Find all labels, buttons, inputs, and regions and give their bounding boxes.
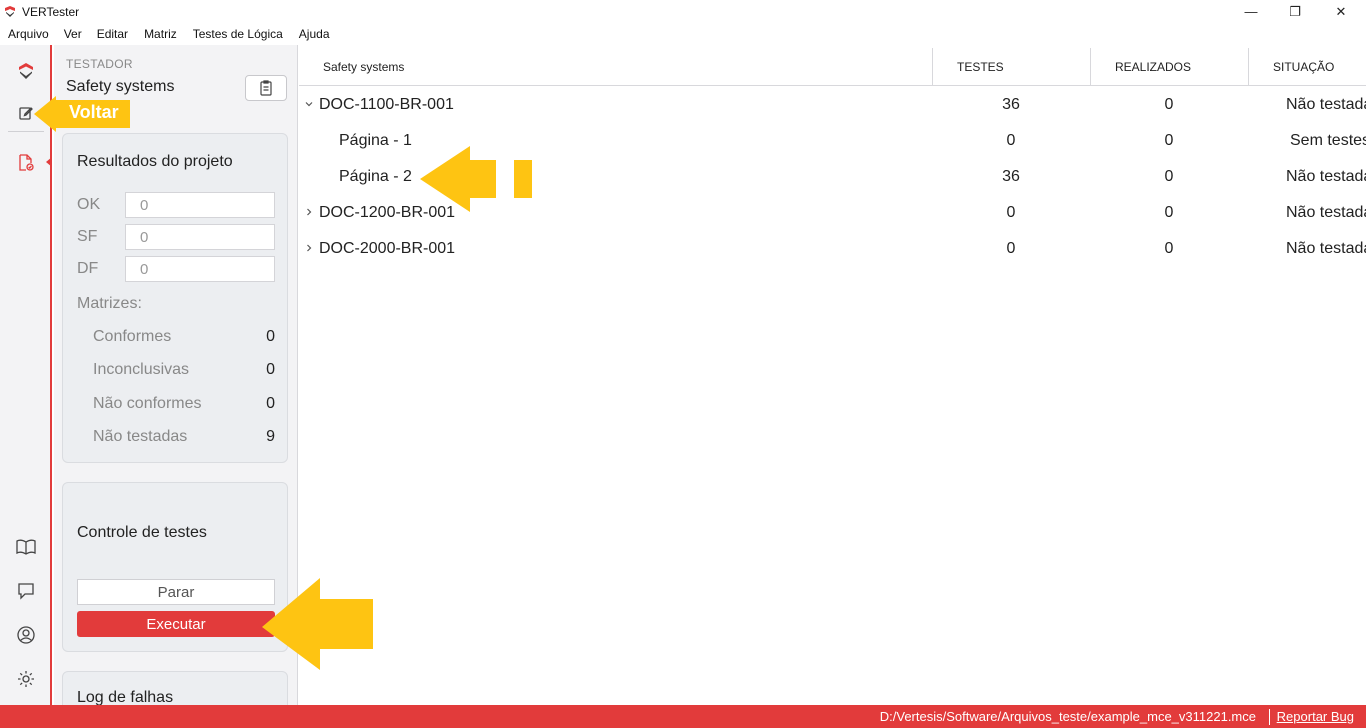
chat-icon[interactable]: [14, 579, 38, 603]
menu-editar[interactable]: Editar: [97, 27, 128, 41]
row-status: Não testada: [1286, 240, 1366, 257]
row-status: Não testada: [1286, 168, 1366, 185]
project-results-card: Resultados do projeto OK 0 SF 0 DF 0 Mat…: [62, 133, 288, 463]
row-tests: 0: [1006, 240, 1016, 257]
menu-ver[interactable]: Ver: [64, 27, 82, 41]
test-control-title: Controle de testes: [77, 524, 207, 541]
row-name: DOC-2000-BR-001: [319, 240, 456, 257]
row-tests: 0: [1006, 204, 1016, 221]
settings-icon[interactable]: [14, 667, 38, 691]
matrices-value: 0: [266, 395, 275, 412]
column-header-status[interactable]: SITUAÇÃO: [1273, 48, 1334, 86]
column-separator[interactable]: [932, 48, 933, 86]
row-done: 0: [1164, 96, 1174, 113]
result-field-sf[interactable]: 0: [125, 224, 275, 250]
chevron-down-icon[interactable]: [303, 96, 315, 112]
result-field-ok[interactable]: 0: [125, 192, 275, 218]
row-status: Não testada: [1286, 96, 1366, 113]
restore-button[interactable]: ❐: [1272, 0, 1318, 23]
file-path: D:/Vertesis/Software/Arquivos_teste/exam…: [879, 709, 1256, 724]
menu-arquivo[interactable]: Arquivo: [8, 27, 49, 41]
result-label-sf: SF: [77, 228, 98, 245]
chevron-right-icon[interactable]: [303, 204, 315, 220]
result-label-ok: OK: [77, 196, 101, 213]
row-done: 0: [1164, 204, 1174, 221]
matrices-title: Matrizes:: [77, 295, 142, 312]
matrices-value: 0: [266, 328, 275, 345]
run-button[interactable]: Executar: [77, 611, 275, 637]
test-tree-table: Safety systems TESTES REALIZADOS SITUAÇÃ…: [299, 45, 1366, 705]
results-title: Resultados do projeto: [77, 153, 233, 170]
executar-arrow-annotation: [262, 578, 373, 670]
result-row-sf: SF 0: [77, 224, 275, 250]
column-header-tests[interactable]: TESTES: [957, 48, 1004, 86]
row-tests: 0: [1006, 132, 1016, 149]
row-status: Sem testes: [1290, 132, 1366, 149]
menu-bar: Arquivo Ver Editar Matriz Testes de Lógi…: [0, 23, 330, 45]
voltar-annotation-label: Voltar: [69, 102, 119, 122]
tester-label: TESTADOR: [66, 57, 133, 71]
status-bar: D:/Vertesis/Software/Arquivos_teste/exam…: [0, 705, 1366, 728]
menu-testes-de-logica[interactable]: Testes de Lógica: [193, 27, 283, 41]
row-done: 0: [1164, 168, 1174, 185]
test-control-card: Controle de testes Parar Executar: [62, 482, 288, 652]
app-logo-icon: [5, 5, 15, 17]
menu-ajuda[interactable]: Ajuda: [299, 27, 330, 41]
matrices-label: Inconclusivas: [93, 361, 190, 378]
table-header: Safety systems TESTES REALIZADOS SITUAÇÃ…: [299, 48, 1366, 86]
window-title: VERTester: [22, 4, 80, 19]
active-section-marker: [46, 157, 52, 167]
clipboard-icon: [260, 80, 272, 96]
matrices-row-nao-testadas: Não testadas 9: [93, 428, 275, 446]
project-name: Safety systems: [66, 78, 175, 95]
menu-matriz[interactable]: Matriz: [144, 27, 177, 41]
status-separator: [1269, 709, 1270, 725]
pagina-arrow-annotation: [420, 146, 532, 212]
icon-rail: [0, 45, 52, 705]
close-button[interactable]: ✕: [1318, 0, 1364, 23]
failure-log-title: Log de falhas: [77, 689, 174, 705]
document-check-icon[interactable]: [14, 151, 38, 175]
column-header-name[interactable]: Safety systems: [323, 48, 404, 86]
book-icon[interactable]: [14, 535, 38, 559]
result-row-ok: OK 0: [77, 192, 275, 218]
stop-button[interactable]: Parar: [77, 579, 275, 605]
matrices-row-nao-conformes: Não conformes 0: [93, 395, 275, 413]
matrices-value: 9: [266, 428, 275, 445]
row-done: 0: [1164, 240, 1174, 257]
row-name: Página - 2: [339, 168, 412, 185]
matrices-label: Não testadas: [93, 428, 188, 445]
user-icon[interactable]: [14, 623, 38, 647]
logo-icon[interactable]: [14, 59, 38, 83]
column-header-done[interactable]: REALIZADOS: [1115, 48, 1191, 86]
matrices-row-inconclusivas: Inconclusivas 0: [93, 361, 275, 379]
title-bar: VERTester: [0, 0, 1366, 23]
matrices-row-conformes: Conformes 0: [93, 328, 275, 346]
failure-log-card: Log de falhas: [62, 671, 288, 705]
column-separator[interactable]: [1090, 48, 1091, 86]
report-bug-link[interactable]: Reportar Bug: [1277, 709, 1354, 724]
matrices-value: 0: [266, 361, 275, 378]
row-name: DOC-1100-BR-001: [319, 96, 454, 113]
chevron-right-icon[interactable]: [303, 240, 315, 256]
row-status: Não testada: [1286, 204, 1366, 221]
project-document-button[interactable]: [245, 75, 287, 101]
row-done: 0: [1164, 132, 1174, 149]
matrices-label: Conformes: [93, 328, 172, 345]
row-name: Página - 1: [339, 132, 412, 149]
table-row[interactable]: DOC-1100-BR-001 36 0 Não testada: [299, 87, 1366, 123]
minimize-button[interactable]: —: [1228, 0, 1274, 23]
row-tests: 36: [1002, 168, 1020, 185]
column-separator[interactable]: [1248, 48, 1249, 86]
table-row[interactable]: DOC-2000-BR-001 0 0 Não testada: [299, 231, 1366, 267]
result-label-df: DF: [77, 260, 99, 277]
result-row-df: DF 0: [77, 256, 275, 282]
row-tests: 36: [1002, 96, 1020, 113]
result-field-df[interactable]: 0: [125, 256, 275, 282]
matrices-label: Não conformes: [93, 395, 202, 412]
